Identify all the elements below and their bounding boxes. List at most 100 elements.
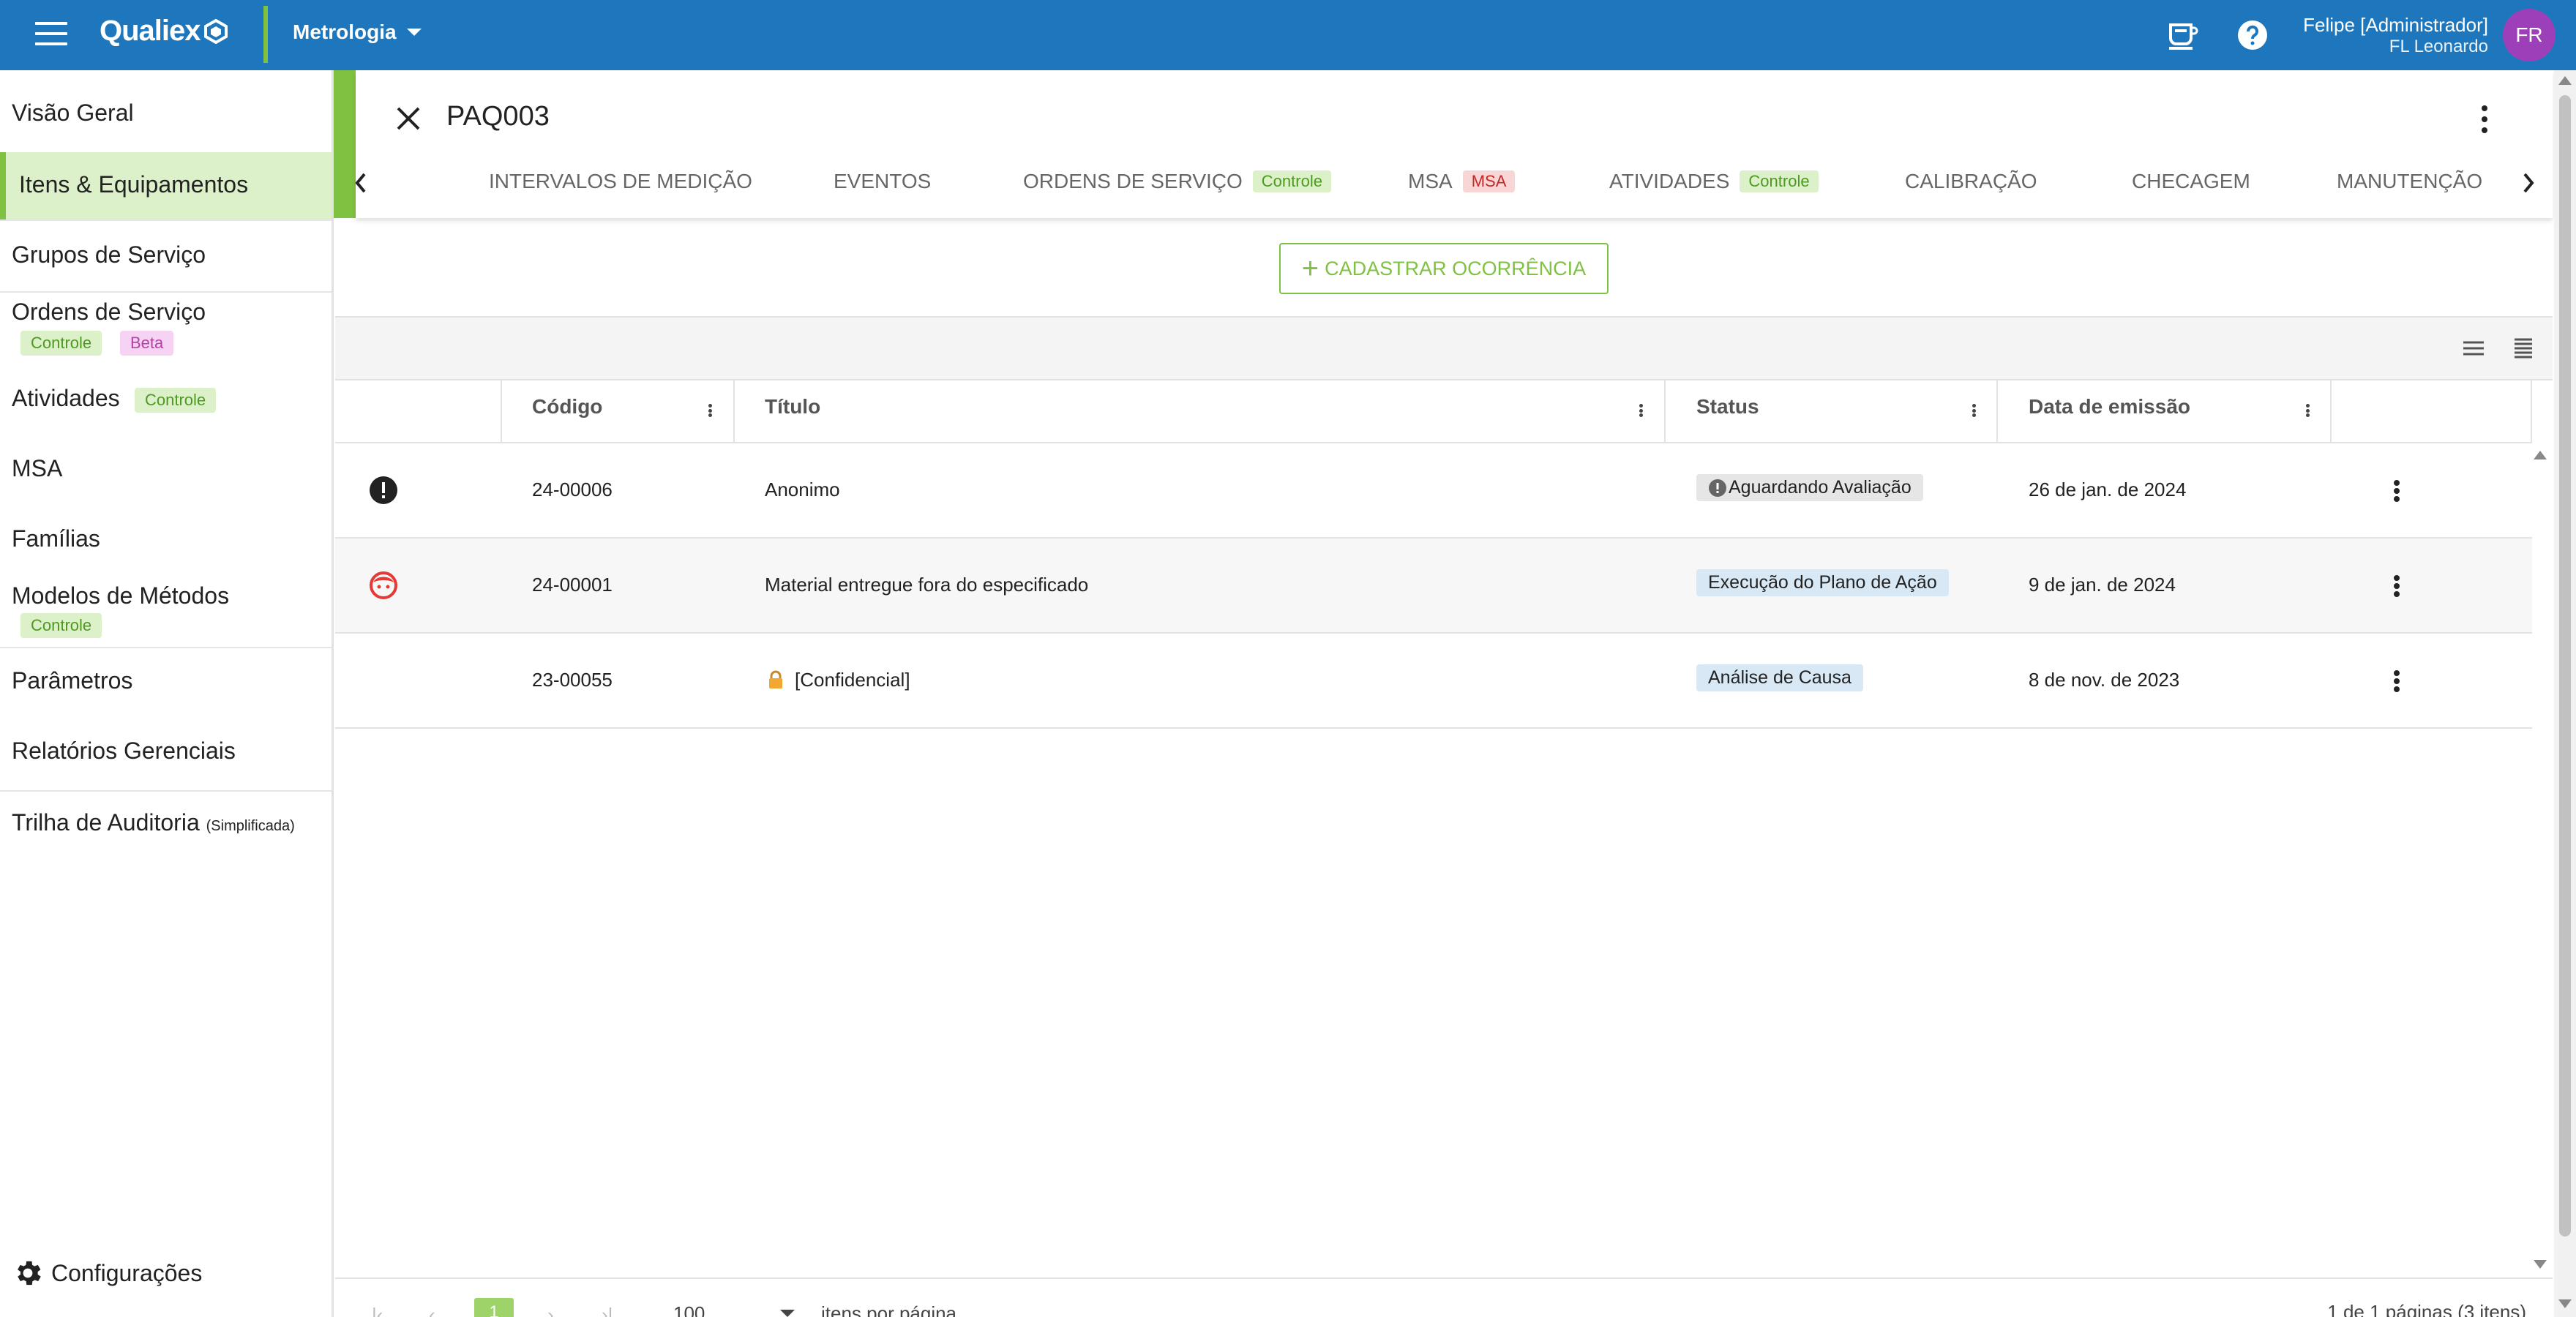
coffee-cup-icon[interactable] — [2165, 18, 2200, 53]
first-page-icon[interactable]: |‹ — [372, 1304, 383, 1317]
sidebar-item-visao-geral[interactable]: Visão Geral — [0, 100, 332, 132]
sidebar-item-modelos-metodos[interactable]: Modelos de Métodos Controle — [0, 582, 332, 644]
sidebar-item-familias[interactable]: Famílias — [0, 525, 332, 558]
sidebar-item-label: Itens & Equipamentos — [19, 171, 249, 198]
column-header-titulo[interactable]: Título — [765, 395, 820, 419]
chevron-right-icon[interactable] — [2517, 168, 2539, 198]
sidebar-item-grupos-servico[interactable]: Grupos de Serviço — [0, 241, 332, 274]
alert-small-icon — [1709, 479, 1726, 497]
sidebar-item-trilha-auditoria[interactable]: Trilha de Auditoria (Simplificada) — [0, 809, 332, 841]
sidebar: Visão Geral Itens & Equipamentos Grupos … — [0, 70, 334, 1317]
module-selector[interactable]: Metrologia — [293, 20, 422, 44]
column-menu-icon[interactable] — [706, 401, 714, 420]
tab-intervalos-medicao[interactable]: INTERVALOS DE MEDIÇÃO — [489, 170, 752, 193]
sidebar-item-msa[interactable]: MSA — [0, 455, 332, 487]
controle-tag: Controle — [20, 331, 102, 356]
settings-link[interactable]: Configurações — [12, 1257, 202, 1289]
last-page-icon[interactable]: ›| — [602, 1304, 613, 1317]
compact-view-icon[interactable] — [2460, 337, 2487, 360]
chevron-left-icon[interactable] — [350, 168, 372, 198]
scroll-up-icon[interactable] — [2558, 76, 2572, 85]
column-menu-icon[interactable] — [1970, 401, 1977, 420]
chevron-down-icon[interactable] — [780, 1310, 795, 1317]
current-page-button[interactable]: 1 — [474, 1298, 514, 1317]
tab-label: ORDENS DE SERVIÇO — [1023, 170, 1243, 192]
active-indicator — [0, 152, 6, 220]
tab-msa[interactable]: MSA MSA — [1408, 170, 1516, 193]
divider — [0, 220, 332, 221]
sidebar-item-parametros[interactable]: Parâmetros — [0, 667, 332, 699]
column-header-status[interactable]: Status — [1696, 395, 1759, 419]
table-row[interactable] — [335, 443, 2532, 539]
tab-eventos[interactable]: EVENTOS — [834, 170, 931, 193]
page-title: PAQ003 — [446, 101, 550, 132]
column-menu-icon[interactable] — [1637, 401, 1644, 420]
status-text: Análise de Causa — [1708, 667, 1852, 688]
scroll-up-icon[interactable] — [2534, 451, 2547, 459]
row-options-icon[interactable] — [2392, 572, 2402, 600]
column-divider — [2330, 380, 2332, 443]
next-page-icon[interactable]: › — [547, 1304, 554, 1317]
tab-label: INTERVALOS DE MEDIÇÃO — [489, 170, 752, 192]
more-options-icon[interactable] — [2474, 102, 2496, 136]
sidebar-item-label: Grupos de Serviço — [12, 241, 206, 268]
module-name: Metrologia — [293, 20, 397, 43]
status-text: Execução do Plano de Ação — [1708, 572, 1937, 593]
controle-tag: Controle — [20, 613, 102, 638]
tab-checagem[interactable]: CHECAGEM — [2132, 170, 2250, 193]
sidebar-item-label: Trilha de Auditoria — [12, 809, 200, 836]
controle-tag: Controle — [1252, 170, 1331, 192]
add-occurrence-button[interactable]: + CADASTRAR OCORRÊNCIA — [1279, 243, 1609, 294]
column-divider — [1664, 380, 1666, 443]
tab-label: CHECAGEM — [2132, 170, 2250, 192]
table-header — [335, 380, 2532, 443]
sidebar-item-relatorios[interactable]: Relatórios Gerenciais — [0, 738, 332, 770]
close-icon[interactable] — [395, 105, 422, 132]
scroll-down-icon[interactable] — [2558, 1299, 2572, 1308]
tab-atividades[interactable]: ATIVIDADES Controle — [1609, 170, 1819, 193]
status-badge: Análise de Causa — [1696, 664, 1863, 691]
pagination-bar — [335, 1277, 2553, 1317]
tab-label: CALIBRAÇÃO — [1905, 170, 2037, 192]
tab-manutencao[interactable]: MANUTENÇÃO — [2337, 170, 2482, 193]
sidebar-item-atividades[interactable]: Atividades Controle — [0, 385, 332, 417]
avatar[interactable]: FR — [2503, 9, 2556, 61]
settings-label: Configurações — [51, 1259, 203, 1286]
tab-label: MANUTENÇÃO — [2337, 170, 2483, 192]
divider — [0, 291, 332, 293]
dense-view-icon[interactable] — [2510, 337, 2536, 360]
row-options-icon[interactable] — [2392, 477, 2402, 505]
controle-tag: Controle — [135, 388, 217, 413]
row-code: 24-00006 — [532, 479, 613, 500]
column-header-codigo[interactable]: Código — [532, 395, 602, 419]
scrollbar-thumb[interactable] — [2559, 95, 2571, 1237]
tab-ordens-servico[interactable]: ORDENS DE SERVIÇO Controle — [1023, 170, 1331, 193]
detail-header — [356, 70, 2553, 218]
help-icon[interactable] — [2235, 18, 2270, 53]
msa-tag: MSA — [1462, 170, 1516, 192]
column-menu-icon[interactable] — [2304, 401, 2311, 420]
column-divider — [2531, 380, 2532, 443]
pagination-summary: 1 de 1 páginas (3 itens) — [2327, 1301, 2526, 1317]
face-icon — [370, 571, 397, 599]
table-row[interactable] — [335, 634, 2532, 729]
tab-label: EVENTOS — [834, 170, 932, 192]
brand-logo[interactable]: Qualiex — [100, 15, 228, 48]
scroll-down-icon[interactable] — [2534, 1260, 2547, 1269]
sidebar-item-ordens-servico[interactable]: Ordens de Serviço Controle Beta — [0, 299, 332, 360]
row-options-icon[interactable] — [2392, 667, 2402, 695]
table-row[interactable] — [335, 539, 2532, 634]
row-date: 26 de jan. de 2024 — [2029, 479, 2187, 500]
menu-icon[interactable] — [35, 22, 67, 48]
column-divider — [501, 380, 502, 443]
divider — [0, 647, 332, 648]
page-size-select[interactable]: 100 — [673, 1302, 705, 1317]
column-header-data-emissao[interactable]: Data de emissão — [2029, 395, 2190, 419]
user-info[interactable]: Felipe [Administrador] FL Leonardo — [2303, 13, 2488, 57]
sidebar-item-itens-equipamentos[interactable]: Itens & Equipamentos — [0, 152, 332, 220]
tab-label: MSA — [1408, 170, 1453, 192]
row-code: 23-00055 — [532, 669, 613, 691]
tab-calibracao[interactable]: CALIBRAÇÃO — [1905, 170, 2037, 193]
column-divider — [733, 380, 735, 443]
prev-page-icon[interactable]: ‹ — [429, 1304, 435, 1317]
